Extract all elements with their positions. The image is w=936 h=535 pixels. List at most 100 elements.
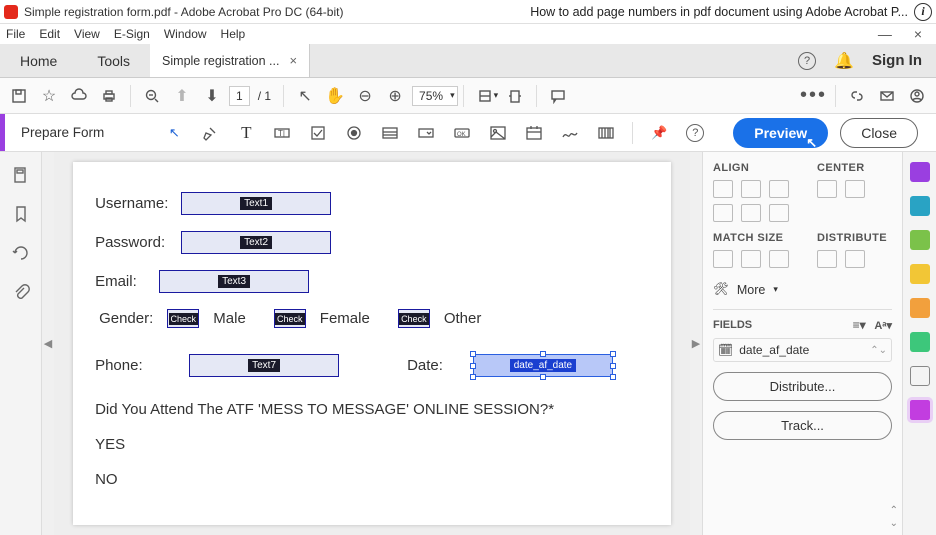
other-checkbox[interactable]: Check	[398, 309, 430, 328]
track-button[interactable]: Track...	[713, 411, 892, 440]
menu-window[interactable]: Window	[164, 27, 207, 41]
distribute-button[interactable]: Distribute...	[713, 372, 892, 401]
account-icon[interactable]	[904, 83, 930, 109]
fields-list-item[interactable]: 🗓 date_af_date ⌃⌄	[713, 338, 892, 362]
select-tool-icon[interactable]: ↖	[160, 120, 188, 146]
tool-rail-6-icon[interactable]	[910, 332, 930, 352]
align-center-v-icon[interactable]	[741, 204, 761, 222]
more-label[interactable]: More	[737, 283, 765, 297]
info-icon[interactable]: i	[914, 3, 932, 21]
help-circle-icon[interactable]: ?	[681, 120, 709, 146]
tool-rail-1-icon[interactable]	[910, 162, 930, 182]
main-toolbar: ☆ ⬆ ⬇ 1 / 1 ↖ ✋ ⊖ ⊕ 75% ▾ ▾ •••	[0, 78, 936, 114]
tab-tools[interactable]: Tools	[77, 44, 150, 77]
checkbox-tool-icon[interactable]	[304, 120, 332, 146]
edit-tool-icon[interactable]	[196, 120, 224, 146]
minimize-icon[interactable]: —	[878, 26, 892, 42]
bell-icon[interactable]: 🔔	[834, 51, 854, 71]
tool-rail-3-icon[interactable]	[910, 230, 930, 250]
female-checkbox[interactable]: Check	[274, 309, 306, 328]
zoom-in-icon[interactable]: ⊕	[382, 83, 408, 109]
button-tool-icon[interactable]: OK	[448, 120, 476, 146]
distribute-v-icon[interactable]	[845, 250, 865, 268]
pin-icon[interactable]: 📌	[645, 120, 673, 146]
bookmark-icon[interactable]	[12, 205, 30, 226]
zoom-out-glass-icon[interactable]	[139, 83, 165, 109]
prev-icon[interactable]: ⬆	[169, 83, 195, 109]
page-number-input[interactable]: 1	[229, 86, 250, 106]
male-checkbox[interactable]: Check	[167, 309, 199, 328]
print-icon[interactable]	[96, 83, 122, 109]
hand-icon[interactable]: ✋	[322, 83, 348, 109]
close-button[interactable]: Close	[840, 118, 918, 148]
tool-rail-5-icon[interactable]	[910, 298, 930, 318]
barcode-tool-icon[interactable]	[592, 120, 620, 146]
preview-button[interactable]: Preview↖	[733, 118, 828, 148]
text-tool-icon[interactable]: T	[232, 120, 260, 146]
date-field[interactable]: date_af_date	[473, 354, 613, 377]
sort-icon[interactable]: ≡▾	[853, 318, 866, 332]
image-tool-icon[interactable]	[484, 120, 512, 146]
scroll-down-icon[interactable]: ⌄	[890, 518, 898, 529]
match-width-icon[interactable]	[713, 250, 733, 268]
link-icon[interactable]	[844, 83, 870, 109]
az-icon[interactable]: Aᵃ▾	[874, 320, 892, 332]
scroll-up-icon[interactable]: ⌃	[890, 505, 898, 516]
menu-help[interactable]: Help	[221, 27, 246, 41]
password-field-tag: Text2	[240, 236, 272, 249]
tab-document[interactable]: Simple registration ... ×	[150, 44, 310, 77]
tool-rail-7-icon[interactable]	[910, 366, 930, 386]
password-field[interactable]: Text2	[181, 231, 331, 254]
phone-field[interactable]: Text7	[189, 354, 339, 377]
comment-icon[interactable]	[545, 83, 571, 109]
menu-esign[interactable]: E-Sign	[114, 27, 150, 41]
radio-tool-icon[interactable]	[340, 120, 368, 146]
tab-close-icon[interactable]: ×	[289, 53, 297, 68]
close-icon[interactable]: ×	[914, 26, 922, 42]
match-height-icon[interactable]	[741, 250, 761, 268]
center-h-icon[interactable]	[817, 180, 837, 198]
signature-tool-icon[interactable]	[556, 120, 584, 146]
match-both-icon[interactable]	[769, 250, 789, 268]
tab-home[interactable]: Home	[0, 44, 77, 77]
save-icon[interactable]	[6, 83, 32, 109]
menu-edit[interactable]: Edit	[39, 27, 60, 41]
svg-text:T|: T|	[278, 129, 285, 138]
dropdown-tool-icon[interactable]	[412, 120, 440, 146]
history-icon[interactable]	[12, 244, 30, 265]
mail-icon[interactable]	[874, 83, 900, 109]
phone-label: Phone:	[95, 357, 159, 374]
page-width-icon[interactable]	[502, 83, 528, 109]
thumbnails-icon[interactable]	[12, 166, 30, 187]
align-top-icon[interactable]	[713, 204, 733, 222]
tool-rail-prepare-form-icon[interactable]	[910, 400, 930, 420]
attachment-icon[interactable]	[12, 283, 30, 304]
pointer-icon[interactable]: ↖	[292, 83, 318, 109]
collapse-right-icon[interactable]: ▶	[690, 152, 702, 535]
expand-field-icon[interactable]: ⌃⌄	[870, 345, 887, 356]
tool-rail-2-icon[interactable]	[910, 196, 930, 216]
overflow-icon[interactable]: •••	[800, 84, 827, 107]
align-center-h-icon[interactable]	[741, 180, 761, 198]
cloud-icon[interactable]	[66, 83, 92, 109]
align-bottom-icon[interactable]	[769, 204, 789, 222]
align-right-icon[interactable]	[769, 180, 789, 198]
center-v-icon[interactable]	[845, 180, 865, 198]
other-label: Other	[444, 310, 482, 327]
menu-view[interactable]: View	[74, 27, 100, 41]
collapse-left-icon[interactable]: ◀	[42, 152, 54, 535]
sign-in-button[interactable]: Sign In	[872, 52, 922, 69]
list-tool-icon[interactable]	[376, 120, 404, 146]
menu-file[interactable]: File	[6, 27, 25, 41]
tool-rail-4-icon[interactable]	[910, 264, 930, 284]
zoom-out-icon[interactable]: ⊖	[352, 83, 378, 109]
date-tool-icon[interactable]	[520, 120, 548, 146]
align-left-icon[interactable]	[713, 180, 733, 198]
next-icon[interactable]: ⬇	[199, 83, 225, 109]
username-field[interactable]: Text1	[181, 192, 331, 215]
textfield-tool-icon[interactable]: T|	[268, 120, 296, 146]
help-icon[interactable]: ?	[798, 52, 816, 70]
distribute-h-icon[interactable]	[817, 250, 837, 268]
star-icon[interactable]: ☆	[36, 83, 62, 109]
email-field[interactable]: Text3	[159, 270, 309, 293]
